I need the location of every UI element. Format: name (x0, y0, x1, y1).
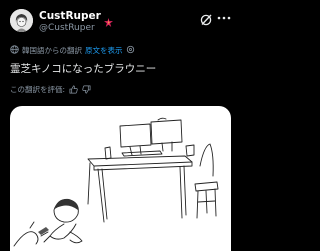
author-row: CustRuper (39, 9, 113, 27)
sketch-illustration (13, 117, 219, 247)
thumbs-down-icon[interactable] (82, 85, 91, 94)
avatar[interactable] (10, 9, 33, 32)
rate-label: この翻訳を評価: (10, 85, 66, 94)
handle[interactable]: @CustRuper (39, 23, 95, 33)
bolt-star-icon (103, 12, 113, 27)
display-name[interactable]: CustRuper (39, 10, 101, 22)
grok-icon[interactable] (200, 11, 212, 26)
thumbs-up-icon[interactable] (69, 85, 78, 94)
translation-label: 韓国語からの翻訳 (22, 46, 82, 55)
more-options-icon[interactable] (216, 10, 232, 24)
settings-icon[interactable] (126, 45, 135, 56)
show-original-link[interactable]: 原文を表示 (85, 45, 123, 56)
post-text: 霊芝キノコになったブラウニー (10, 63, 157, 75)
rate-translation-row: この翻訳を評価: (10, 84, 91, 95)
translation-row: 韓国語からの翻訳 原文を表示 (10, 45, 135, 56)
translate-icon (10, 45, 19, 56)
post-image[interactable] (10, 106, 231, 251)
